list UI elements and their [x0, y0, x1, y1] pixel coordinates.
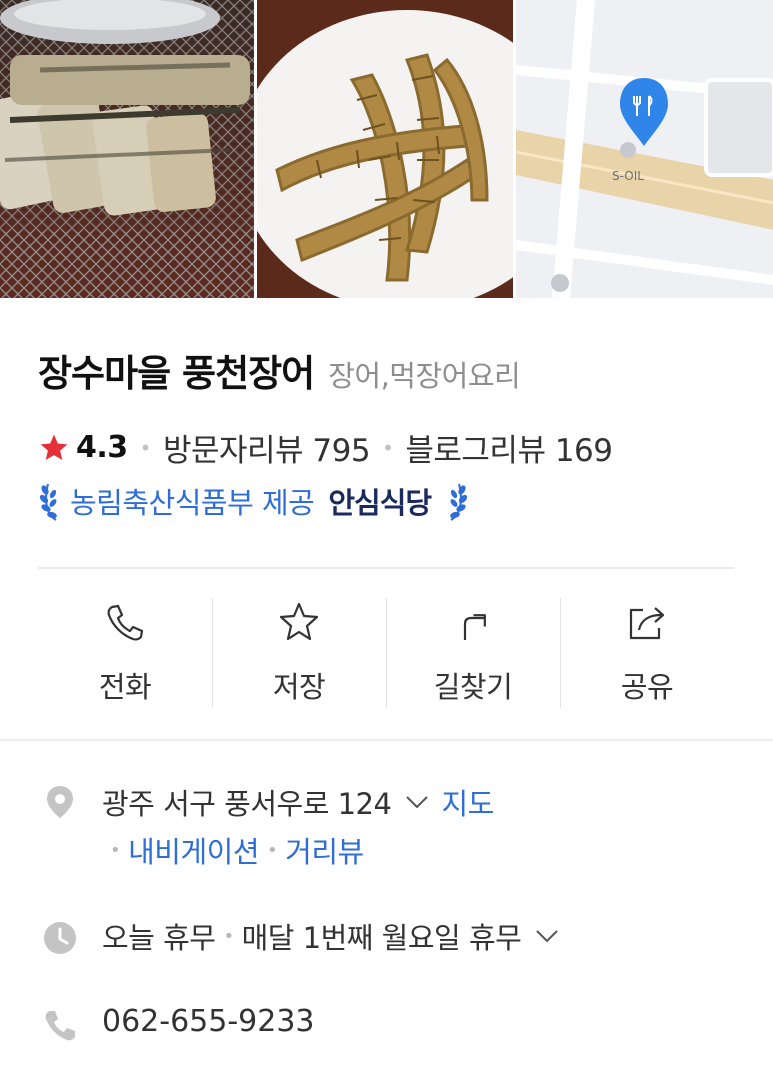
photo-strip[interactable]: S-OIL — [0, 0, 773, 298]
location-pin-icon — [47, 786, 73, 818]
laurel-right-icon — [450, 483, 468, 521]
hours-today: 오늘 휴무 — [102, 921, 216, 955]
navigation-link[interactable]: 내비게이션 — [128, 829, 259, 871]
call-label: 전화 — [98, 670, 152, 704]
laurel-left-icon — [39, 483, 57, 521]
blog-reviews-link[interactable]: 블로그리뷰 169 — [405, 425, 613, 470]
map-thumbnail[interactable]: S-OIL — [515, 0, 773, 298]
action-bar: 전화 저장 길찾기 공유 — [38, 598, 734, 710]
hours-detail: 매달 1번째 월요일 휴무 — [241, 921, 522, 955]
share-icon — [629, 607, 665, 640]
photo-grilled-eel[interactable] — [0, 0, 255, 298]
award-provider: 농림축산식품부 제공 — [70, 486, 315, 520]
call-button[interactable]: 전화 — [38, 598, 212, 710]
save-label: 저장 — [272, 670, 326, 704]
separator-dot: • — [223, 925, 234, 947]
divider — [38, 567, 734, 569]
directions-icon — [463, 614, 486, 640]
map-image: S-OIL — [515, 0, 773, 298]
place-name: 장수마을 풍천장어 — [38, 352, 315, 395]
phone-icon — [107, 604, 144, 641]
chevron-down-icon[interactable] — [533, 922, 561, 950]
address-row: 광주 서구 풍서우로 124 지도 — [102, 781, 494, 823]
separator-dot: • — [267, 839, 278, 861]
map-label-soil: S-OIL — [612, 169, 644, 183]
phone-icon — [45, 1011, 75, 1041]
award-name: 안심식당 — [328, 486, 432, 520]
rating-value: 4.3 — [76, 430, 128, 465]
separator-dot: • — [110, 839, 121, 861]
clock-icon — [44, 922, 76, 954]
address-text: 광주 서구 풍서우로 124 — [102, 787, 392, 821]
separator-dot: • — [139, 435, 152, 460]
address-links: • 내비게이션 • 거리뷰 — [102, 829, 364, 871]
star-icon — [40, 434, 68, 460]
star-outline-icon — [279, 602, 319, 641]
separator-dot: • — [382, 435, 394, 460]
photo-fried-eel-bones[interactable] — [257, 0, 513, 298]
chevron-down-icon[interactable] — [403, 788, 431, 816]
directions-button[interactable]: 길찾기 — [386, 598, 560, 710]
place-header: 장수마을 풍천장어 장어,먹장어요리 — [38, 343, 521, 397]
hours-row[interactable]: 오늘 휴무 • 매달 1번째 월요일 휴무 — [102, 915, 571, 957]
map-link[interactable]: 지도 — [441, 781, 494, 823]
phone-number[interactable]: 062-655-9233 — [102, 1004, 315, 1039]
grilled-eel-image — [0, 0, 255, 298]
streetview-link[interactable]: 거리뷰 — [285, 829, 364, 871]
rating-row: 4.3 • 방문자리뷰 795 • 블로그리뷰 169 — [38, 425, 613, 470]
directions-label: 길찾기 — [433, 670, 513, 704]
award-badge[interactable]: 농림축산식품부 제공 안심식당 — [38, 480, 469, 522]
fried-bones-image — [257, 0, 513, 298]
save-button[interactable]: 저장 — [212, 598, 386, 710]
divider — [0, 739, 773, 741]
share-label: 공유 — [620, 670, 674, 704]
visitor-reviews-link[interactable]: 방문자리뷰 795 — [163, 425, 371, 470]
share-button[interactable]: 공유 — [560, 598, 734, 710]
place-category: 장어,먹장어요리 — [328, 359, 521, 393]
